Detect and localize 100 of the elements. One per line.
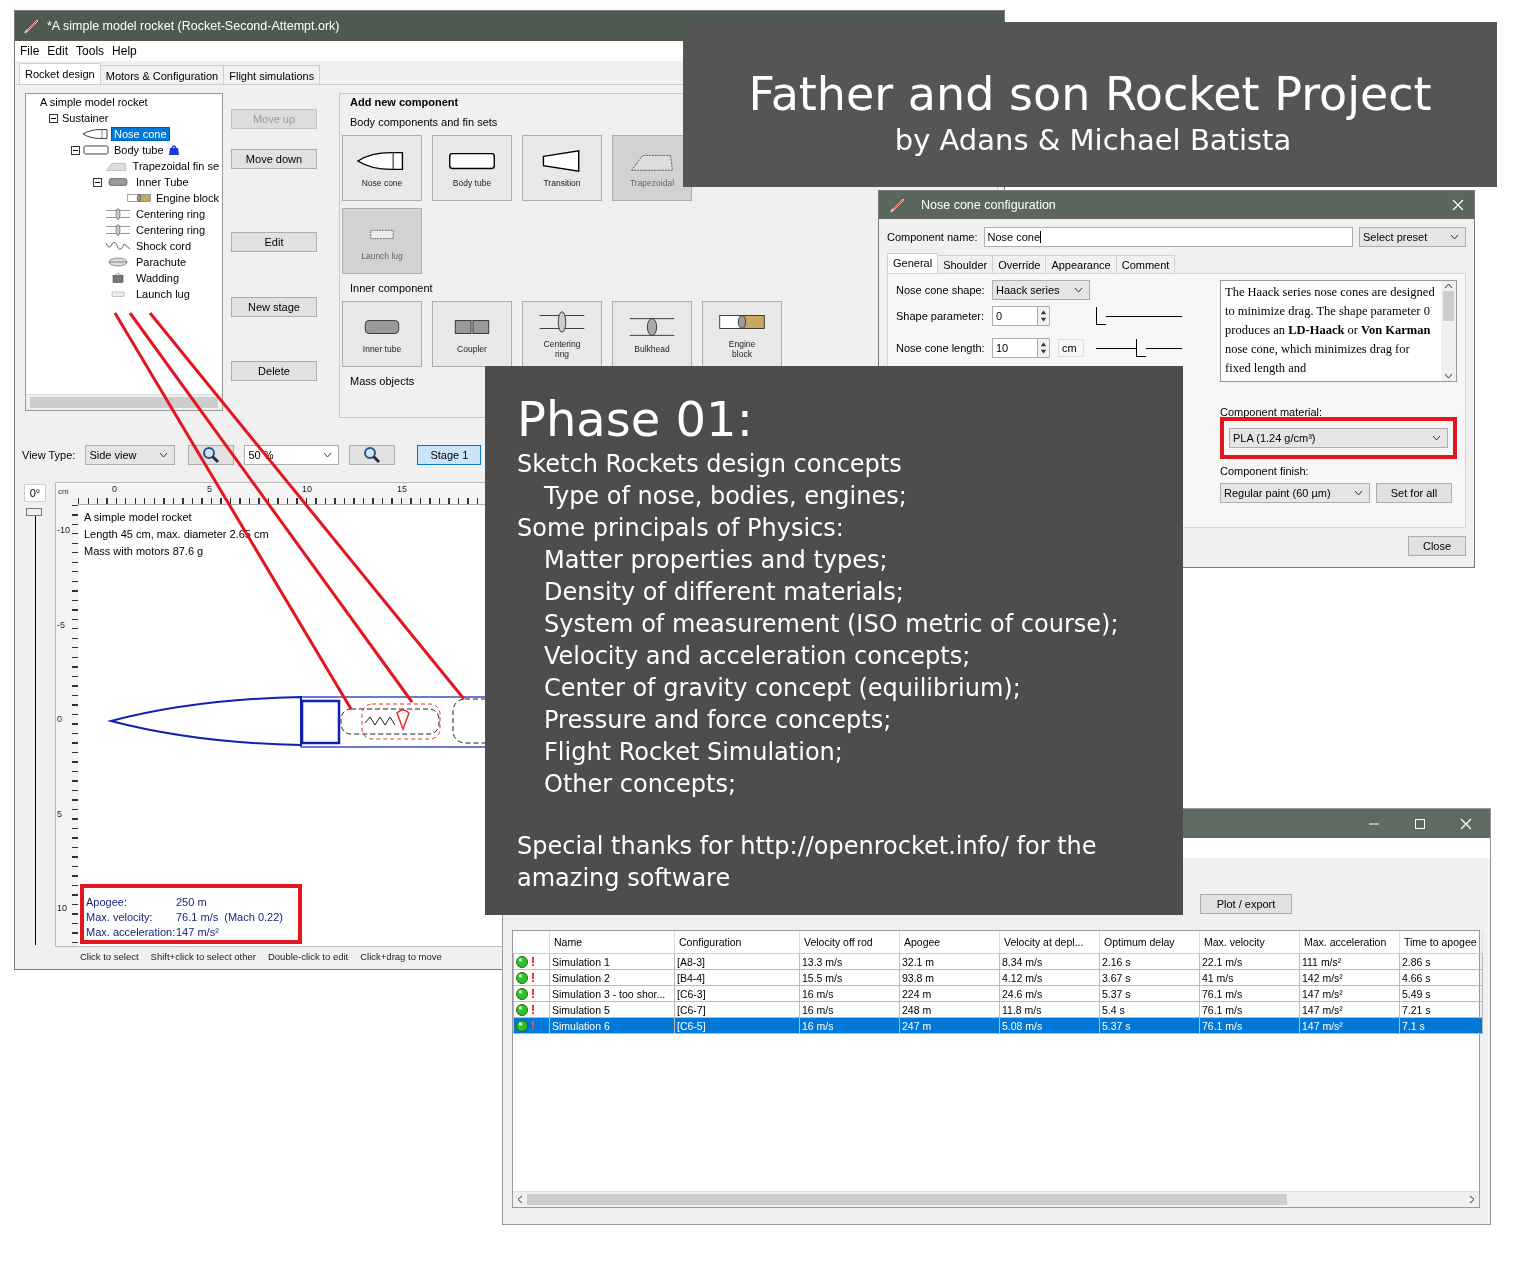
tree-item[interactable]: Trapezoidal fin se [129,159,222,173]
menu-item[interactable]: File [17,43,43,59]
cord-icon [103,239,133,253]
tab[interactable]: General [887,253,939,273]
view-type-dropdown[interactable]: Side view [85,445,176,465]
component-tile[interactable]: Bulkhead [612,301,692,367]
tree-item[interactable]: Sustainer [59,111,112,125]
plot-export-button[interactable]: Plot / export [1200,894,1292,914]
column-header[interactable]: Optimum delay [1099,931,1200,954]
tree-item[interactable]: Centering ring [133,223,209,237]
table-cell: 2.16 s [1099,953,1200,970]
column-header[interactable]: Max. acceleration [1299,931,1400,954]
component-tile[interactable]: Centering ring [522,301,602,367]
zoom-in-button[interactable] [349,445,396,465]
field-label: Nose cone length: [896,342,986,354]
tab[interactable]: Flight simulations [223,65,321,84]
close-icon[interactable] [1452,199,1464,211]
column-header[interactable]: Name [549,931,675,954]
tree-item[interactable]: Nose cone [111,127,170,141]
column-header[interactable]: Max. velocity [1199,931,1300,954]
ruler-label: 10 [302,484,312,494]
table-row[interactable]: ! Simulation 2 [B4-4] 15.5 m/s 93.8 m 4.12 m/s 3.67 s 41 m/s 142 m/s² 4.66 s [513,969,1483,986]
expander-icon[interactable] [71,145,80,155]
table-cell: 22.1 m/s [1199,953,1300,970]
column-header[interactable]: Apogee [899,931,1000,954]
slider-thumb[interactable] [26,508,42,516]
component-tile[interactable]: Engine block [702,301,782,367]
tree-item[interactable]: Body tube [111,143,167,157]
finish-dropdown[interactable]: Regular paint (60 µm) [1220,483,1370,503]
tree-action-button[interactable]: Edit [231,232,317,252]
column-header[interactable]: Configuration [674,931,800,954]
component-tile[interactable]: Nose cone [342,135,422,201]
preset-dropdown[interactable]: Select preset [1359,227,1466,247]
maximize-icon[interactable] [1414,817,1426,830]
close-icon[interactable] [1460,817,1472,830]
component-tile[interactable]: Inner tube [342,301,422,367]
ruler-label: 0 [112,484,117,494]
component-tile[interactable]: Body tube [432,135,512,201]
scroll-thumb[interactable] [1443,291,1454,321]
tree-item[interactable]: Wadding [133,271,182,285]
table-row[interactable]: ! Simulation 5 [C6-7] 16 m/s 248 m 11.8 m/s 5.4 s 76.1 m/s 147 m/s² 7.21 s [513,1001,1483,1018]
tab[interactable]: Rocket design [19,63,101,84]
close-button[interactable]: Close [1408,536,1466,556]
engine-block-icon [125,191,153,205]
number-field[interactable]: 0 [992,306,1038,326]
field-label: Component name: [887,231,978,243]
menu-item[interactable]: Tools [73,43,108,59]
tab[interactable]: Motors & Configuration [99,65,225,84]
spinner-arrows-icon[interactable] [1038,338,1050,358]
table-row[interactable]: ! Simulation 6 [C6-5] 16 m/s 247 m 5.08 m/s 5.37 s 76.1 m/s 147 m/s² 7.1 s [513,1017,1483,1034]
warning-mark: ! [531,1018,535,1033]
tab[interactable]: Comment [1115,255,1176,273]
tree-item[interactable]: Shock cord [133,239,195,253]
expander-icon[interactable] [49,113,58,123]
scrollbar[interactable] [26,394,222,410]
tree-action-button[interactable]: New stage [231,297,317,317]
table-cell: Simulation 3 - too shor... [549,985,675,1002]
menu-item[interactable]: Edit [44,43,72,59]
column-header[interactable]: Velocity at depl... [999,931,1100,954]
tree-action-button[interactable]: Move down [231,149,317,169]
status-dot-icon [516,955,528,968]
tree-item[interactable]: Centering ring [133,207,209,221]
shape-dropdown[interactable]: Haack series [992,280,1090,300]
tree-action-button[interactable]: Delete [231,361,317,381]
scrollbar[interactable] [513,1191,1479,1207]
number-field[interactable]: 10 [992,338,1038,358]
column-header[interactable]: Time to apogee [1399,931,1483,954]
stage-button[interactable]: Stage 1 [417,445,482,465]
expander-icon[interactable] [93,177,102,187]
table-row[interactable]: ! Simulation 1 [A8-3] 13.3 m/s 32.1 m 8.34 m/s 2.16 s 22.1 m/s 111 m/s² 2.86 s [513,953,1483,970]
tree-item[interactable]: Inner Tube [133,175,192,189]
material-dropdown[interactable]: PLA (1.24 g/cm³) [1229,428,1448,448]
tree-item[interactable]: Engine block [153,191,222,205]
tree-item[interactable]: Launch lug [133,287,193,301]
component-tile[interactable]: Coupler [432,301,512,367]
column-header[interactable]: Velocity off rod [799,931,900,954]
stat-label: Apogee: [86,896,128,908]
item-text: Other concepts; [543,769,738,800]
hint-text: Click+drag to move [360,951,442,962]
component-tile[interactable]: Transition [522,135,602,201]
item-text: System of measurement (ISO metric of course); [543,609,1120,640]
view-type-label: View Type: [22,449,76,461]
hint-text: Double-click to edit [267,951,349,962]
table-cell: 147 m/s² [1299,985,1400,1002]
spinner-arrows-icon[interactable] [1038,306,1050,326]
table-cell: Simulation 2 [549,969,675,986]
window-title: *A simple model rocket (Rocket-Second-Attempt.ork) [47,19,340,33]
unit-label: cm [56,483,78,505]
rocket-info: A simple model rocket [84,510,192,525]
rocket-icon [23,18,39,34]
tree-item[interactable]: Parachute [133,255,190,269]
set-for-all-button[interactable]: Set for all [1376,483,1452,503]
scrollbar[interactable] [1441,281,1456,381]
menu-item[interactable]: Help [109,43,140,59]
tab[interactable]: Appearance [1045,255,1117,273]
caret-icon [1354,490,1363,496]
thanks-text: Special thanks for http://openrocket.info/ for the amazing software [517,831,1098,894]
table-row[interactable]: ! Simulation 3 - too shor... [C6-3] 16 m/s 224 m 24.6 m/s 5.37 s 76.1 m/s 147 m/s² 5.49 s [513,985,1483,1002]
tree-item[interactable]: A simple model rocket [37,95,151,109]
name-field[interactable]: Nose cone [983,227,1353,247]
